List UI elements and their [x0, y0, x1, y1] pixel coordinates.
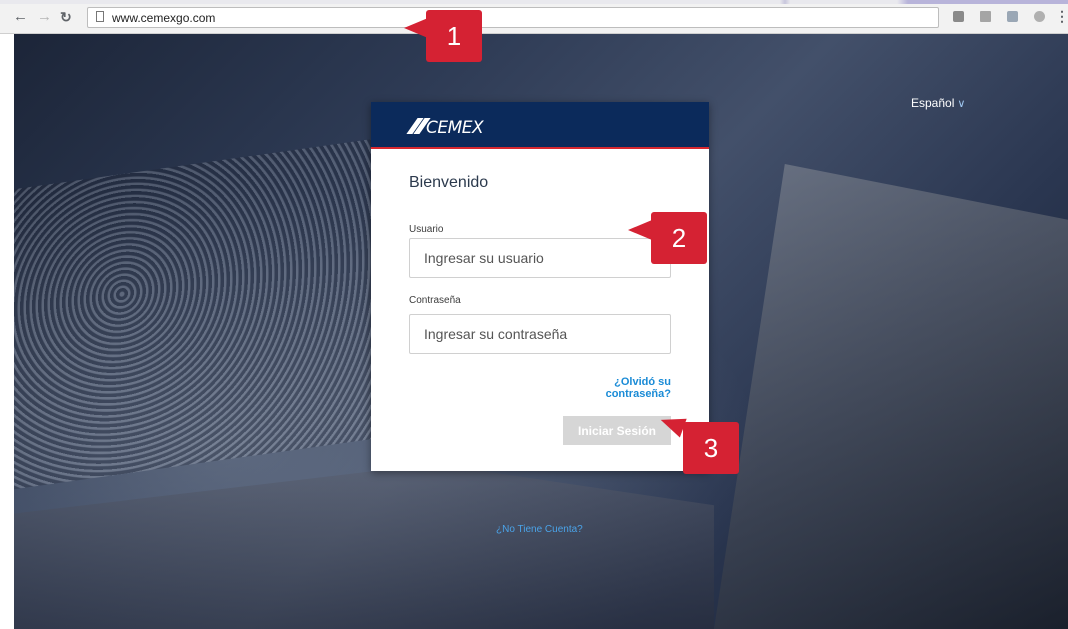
login-button[interactable]: Iniciar Sesión [563, 416, 671, 445]
language-label: Español [911, 96, 955, 110]
tab-strip [0, 0, 1068, 4]
page-icon [96, 11, 104, 22]
marker-pointer [628, 220, 652, 240]
no-account-link[interactable]: ¿No Tiene Cuenta? [496, 524, 583, 535]
extension-icon[interactable] [1034, 11, 1045, 22]
chevron-down-icon: ∨ [957, 98, 966, 110]
login-card: CEMEX Bienvenido Usuario Contraseña ¿Olv… [371, 102, 709, 471]
password-label: Contraseña [409, 295, 461, 306]
username-input[interactable] [409, 238, 671, 278]
brand-text: CEMEX [426, 118, 484, 138]
extension-icon[interactable] [1007, 11, 1018, 22]
forward-icon[interactable]: → [37, 9, 52, 25]
reload-icon[interactable]: ↻ [60, 9, 72, 25]
marker-pointer [404, 18, 428, 38]
password-input[interactable] [409, 314, 671, 354]
step-marker-3: 3 [683, 422, 739, 474]
brand-logo: CEMEX [426, 118, 484, 138]
browser-menu-icon[interactable]: ⋮ [1055, 8, 1068, 25]
extension-icon[interactable] [953, 11, 964, 22]
username-label: Usuario [409, 224, 444, 235]
perforated-wall [14, 138, 374, 490]
step-marker-1: 1 [426, 10, 482, 62]
extension-icon[interactable] [980, 11, 991, 22]
url-text: www.cemexgo.com [112, 11, 216, 25]
back-icon[interactable]: ← [13, 9, 28, 25]
step-marker-2: 2 [651, 212, 707, 264]
browser-toolbar: ← → ↻ www.cemexgo.com ⋮ [0, 0, 1068, 34]
card-header: CEMEX [371, 102, 709, 149]
forgot-password-link[interactable]: ¿Olvidó su contraseña? [549, 376, 671, 400]
page-background: Español∨ CEMEX Bienvenido Usuario Contra… [14, 34, 1068, 629]
address-bar[interactable]: www.cemexgo.com [87, 7, 939, 28]
welcome-heading: Bienvenido [409, 174, 489, 191]
language-selector[interactable]: Español ∨ [911, 96, 965, 110]
